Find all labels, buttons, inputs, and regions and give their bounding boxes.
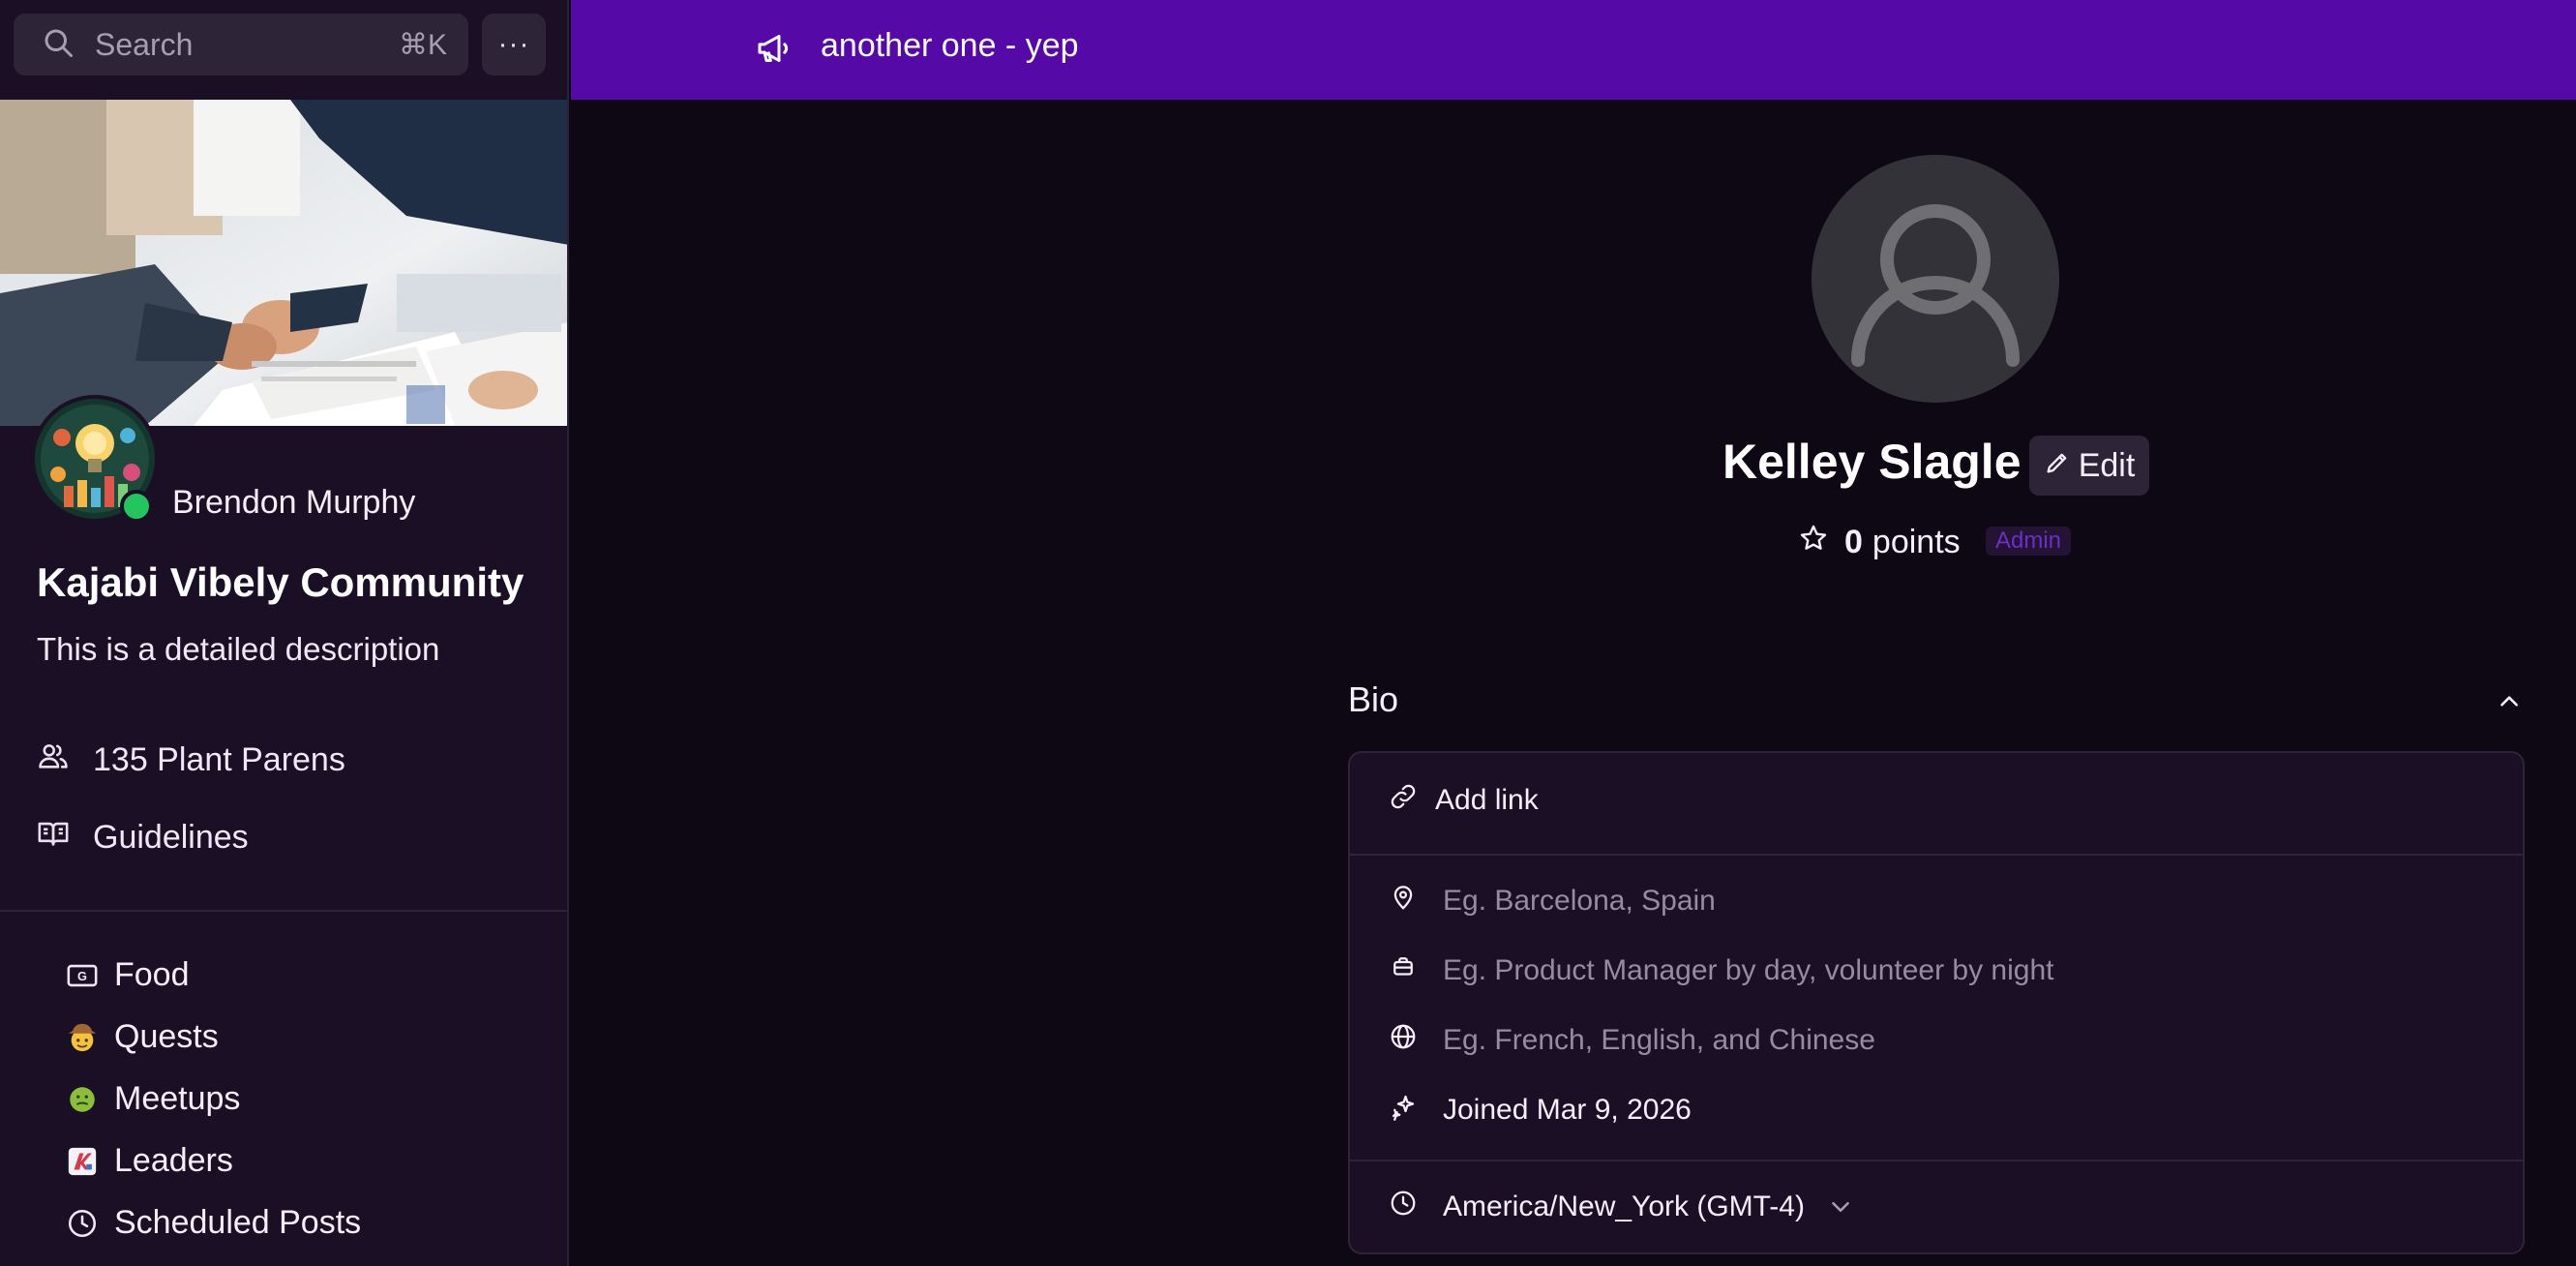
link-icon xyxy=(1389,782,1418,819)
search-bar[interactable]: Search ⌘K xyxy=(14,14,468,75)
nav-item-label: Quests xyxy=(114,1018,219,1055)
search-icon xyxy=(41,25,75,65)
sidebar-topbar: Search ⌘K ··· xyxy=(0,0,567,100)
job-placeholder: Eg. Product Manager by day, volunteer by… xyxy=(1443,954,2054,986)
edit-profile-button[interactable]: Edit xyxy=(2029,436,2149,496)
community-cover-image xyxy=(0,100,567,426)
leader-image-icon xyxy=(66,1145,99,1178)
add-link-button[interactable]: Add link xyxy=(1350,782,2523,819)
nav-item-food[interactable]: G Food xyxy=(66,956,190,994)
profile-avatar[interactable] xyxy=(1812,155,2059,403)
nav-item-label: Meetups xyxy=(114,1080,241,1117)
role-badge: Admin xyxy=(1986,527,2072,556)
card-divider xyxy=(1350,854,2523,856)
book-open-icon xyxy=(37,817,93,859)
languages-placeholder: Eg. French, English, and Chinese xyxy=(1443,1024,1875,1056)
nav-item-label: Scheduled Posts xyxy=(114,1204,362,1241)
community-title: Kajabi Vibely Community xyxy=(37,559,524,605)
bio-card: Add link Eg. Barcelona, Spain Eg. Produc… xyxy=(1348,751,2525,1254)
points-label: points xyxy=(1872,524,1961,560)
svg-text:G: G xyxy=(77,969,87,983)
members-count: 135 Plant Parens xyxy=(93,741,345,778)
sidebar-divider xyxy=(0,910,567,912)
map-pin-icon xyxy=(1389,883,1418,919)
community-description: This is a detailed description xyxy=(37,631,440,667)
timezone-selector[interactable]: America/New_York (GMT-4) xyxy=(1350,1189,2523,1225)
joined-date: Joined Mar 9, 2026 xyxy=(1443,1094,1692,1126)
pencil-icon xyxy=(2044,447,2079,485)
location-placeholder: Eg. Barcelona, Spain xyxy=(1443,885,1716,917)
app: Search ⌘K ··· Brendon Murphy Kajabi Vibe… xyxy=(0,0,2576,1266)
star-icon xyxy=(1798,523,1844,562)
points-value: 0 xyxy=(1844,524,1863,560)
members-link[interactable]: 135 Plant Parens xyxy=(37,739,345,781)
nav-item-label: Food xyxy=(114,956,190,993)
languages-field[interactable]: Eg. French, English, and Chinese xyxy=(1350,1022,2523,1059)
nav-item-quests[interactable]: Quests xyxy=(66,1018,219,1056)
location-field[interactable]: Eg. Barcelona, Spain xyxy=(1350,883,2523,919)
members-icon xyxy=(37,739,93,781)
guidelines-label: Guidelines xyxy=(93,819,249,856)
sparkle-icon xyxy=(1389,1092,1418,1129)
more-dots-icon: ··· xyxy=(497,28,530,60)
add-link-label: Add link xyxy=(1435,784,1539,816)
user-placeholder-icon xyxy=(1812,155,2059,403)
joined-date-row: Joined Mar 9, 2026 xyxy=(1350,1092,2523,1129)
clock-icon xyxy=(1389,1189,1418,1225)
search-shortcut: ⌘K xyxy=(398,28,447,61)
announcement-banner[interactable]: another one - yep xyxy=(571,0,2576,100)
clock-icon xyxy=(66,1207,99,1240)
job-field[interactable]: Eg. Product Manager by day, volunteer by… xyxy=(1350,952,2523,989)
nav-item-label: Leaders xyxy=(114,1142,233,1179)
nav-item-scheduled-posts[interactable]: Scheduled Posts xyxy=(66,1204,361,1242)
timezone-value: America/New_York (GMT-4) xyxy=(1443,1191,1805,1222)
edit-label: Edit xyxy=(2078,446,2136,484)
guidelines-link[interactable]: Guidelines xyxy=(37,817,249,859)
bio-section-title: Bio xyxy=(1348,679,1399,719)
sidebar: Search ⌘K ··· Brendon Murphy Kajabi Vibe… xyxy=(0,0,569,1266)
nav-item-meetups[interactable]: Meetups xyxy=(66,1080,240,1118)
nauseated-emoji-icon xyxy=(66,1083,99,1116)
online-status-indicator xyxy=(120,490,153,523)
chevron-up-icon[interactable] xyxy=(2497,689,2522,714)
globe-icon xyxy=(1389,1022,1418,1059)
search-input[interactable]: Search xyxy=(95,27,399,63)
profile-name: Kelley Slagle xyxy=(1722,435,2022,489)
announcement-text: another one - yep xyxy=(821,27,1079,64)
cowboy-emoji-icon xyxy=(66,1021,99,1054)
owner-name[interactable]: Brendon Murphy xyxy=(172,484,415,522)
more-options-button[interactable]: ··· xyxy=(482,14,546,75)
points-display: 0 points xyxy=(1798,523,1961,562)
g-badge-icon: G xyxy=(66,959,99,992)
chevron-down-icon xyxy=(1826,1192,1855,1221)
briefcase-icon xyxy=(1389,952,1418,989)
card-divider xyxy=(1350,1160,2523,1161)
nav-item-leaders[interactable]: Leaders xyxy=(66,1142,233,1180)
